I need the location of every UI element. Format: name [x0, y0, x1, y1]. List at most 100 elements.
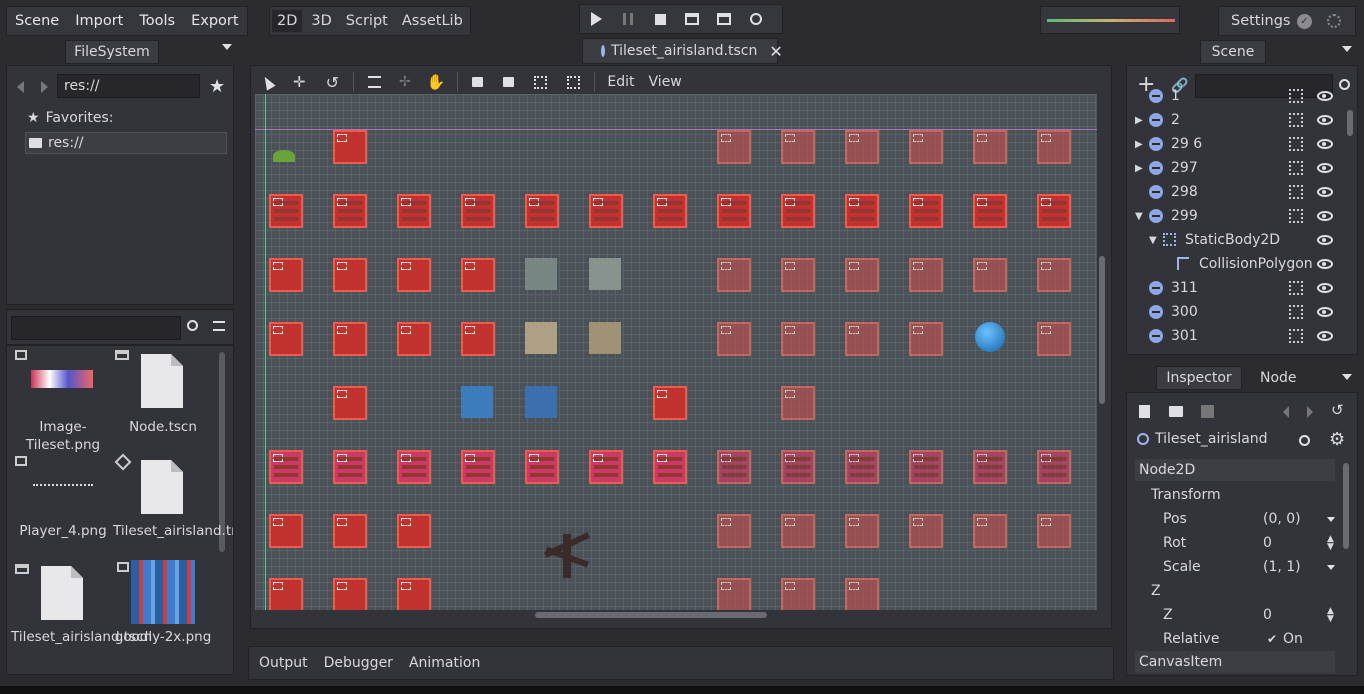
- prop-scale-value[interactable]: (1, 1): [1263, 559, 1301, 575]
- viewport-vscrollbar[interactable]: [1099, 256, 1105, 404]
- expand-right-icon[interactable]: ▶: [1135, 139, 1143, 150]
- play-button[interactable]: [580, 5, 612, 33]
- tab-animation[interactable]: Animation: [409, 655, 480, 671]
- save-icon[interactable]: [1201, 405, 1214, 418]
- expand-down-icon[interactable]: ▼: [1149, 235, 1157, 246]
- move-tool-icon[interactable]: ✛: [293, 73, 306, 91]
- group-z[interactable]: Z: [1151, 579, 1331, 603]
- file-image-tileset[interactable]: Image-Tileset.png: [11, 418, 115, 454]
- scene-tree-row[interactable]: CollisionPolygon: [1129, 252, 1343, 276]
- visibility-eye-icon[interactable]: [1317, 139, 1333, 149]
- group-selection-icon[interactable]: [1289, 329, 1303, 343]
- rotate-tool-icon[interactable]: ↺: [326, 73, 339, 92]
- menu-import[interactable]: Import: [67, 7, 131, 35]
- scene-tree-scrollbar[interactable]: [1347, 110, 1353, 136]
- visibility-eye-icon[interactable]: [1317, 91, 1333, 101]
- forward-arrow-icon[interactable]: [41, 81, 48, 93]
- back-arrow-icon[interactable]: [17, 81, 24, 93]
- prop-rot-value[interactable]: 0: [1263, 535, 1272, 551]
- lock-icon[interactable]: [472, 77, 484, 87]
- edit-menu[interactable]: Edit: [607, 74, 634, 90]
- remote-debug-button[interactable]: [740, 5, 772, 33]
- view-menu[interactable]: View: [649, 74, 682, 90]
- scene-tree-row[interactable]: 301: [1129, 324, 1343, 348]
- prev-icon[interactable]: [1283, 406, 1289, 418]
- menu-export[interactable]: Export: [183, 7, 246, 35]
- visibility-eye-icon[interactable]: [1317, 331, 1333, 341]
- viewport-hscrollbar[interactable]: [535, 612, 767, 618]
- spinner-arrows-icon[interactable]: ▲ ▼: [1327, 535, 1334, 552]
- scene-tree-row[interactable]: ▼ StaticBody2D: [1129, 228, 1343, 252]
- tab-output[interactable]: Output: [259, 655, 308, 671]
- inspector-scrollbar[interactable]: [1343, 463, 1349, 549]
- tab-scene[interactable]: Scene: [1200, 40, 1266, 64]
- group-selection-icon[interactable]: [1289, 305, 1303, 319]
- prop-z-value[interactable]: 0: [1263, 607, 1272, 623]
- tab-debugger[interactable]: Debugger: [324, 655, 393, 671]
- section-canvasitem[interactable]: CanvasItem: [1135, 651, 1335, 673]
- inspector-menu-icon[interactable]: [1342, 374, 1352, 380]
- list-view-icon[interactable]: [213, 321, 225, 331]
- play-scene-button[interactable]: [676, 5, 708, 33]
- expand-right-icon[interactable]: ▶: [1135, 115, 1143, 126]
- menu-scene[interactable]: Scene: [7, 7, 67, 35]
- group-selection-icon[interactable]: [1289, 89, 1303, 103]
- scene-tree-row[interactable]: 298: [1129, 180, 1343, 204]
- tab-inspector[interactable]: Inspector: [1156, 366, 1242, 390]
- checkbox-checked-icon[interactable]: ✔: [1267, 632, 1277, 646]
- next-icon[interactable]: [1307, 406, 1313, 418]
- group-selection-icon[interactable]: [1289, 137, 1303, 151]
- file-player[interactable]: Player_4.png: [11, 522, 115, 540]
- list-select-icon[interactable]: [367, 76, 381, 88]
- scene-tree-row[interactable]: ▶ 29 6: [1129, 132, 1343, 156]
- scene-tree-row[interactable]: ▶ 297: [1129, 156, 1343, 180]
- scene-tab[interactable]: Tileset_airisland.tscn ✕: [582, 38, 783, 64]
- mode-3d[interactable]: 3D: [304, 7, 338, 35]
- expand-down-icon[interactable]: ▼: [1135, 211, 1143, 222]
- inspected-object[interactable]: Tileset_airisland: [1137, 431, 1268, 447]
- group-selection-icon[interactable]: [1289, 113, 1303, 127]
- visibility-eye-icon[interactable]: [1317, 235, 1333, 245]
- spinner-arrows-icon[interactable]: ▲ ▼: [1327, 607, 1334, 624]
- visibility-eye-icon[interactable]: [1317, 115, 1333, 125]
- unlock-icon[interactable]: [503, 77, 515, 87]
- dropdown-arrow-icon[interactable]: [1327, 517, 1335, 522]
- prop-pos-value[interactable]: (0, 0): [1263, 511, 1301, 527]
- mode-script[interactable]: Script: [339, 7, 395, 35]
- path-input[interactable]: res://: [57, 74, 200, 98]
- scene-tree-row[interactable]: 300: [1129, 300, 1343, 324]
- scene-dock-menu-icon[interactable]: [1342, 46, 1352, 52]
- expand-right-icon[interactable]: ▶: [1135, 163, 1143, 174]
- pivot-tool-icon[interactable]: ✢: [399, 74, 411, 90]
- favorites-row[interactable]: ★ Favorites:: [27, 110, 114, 126]
- file-tileset-tres[interactable]: Tileset_airisland.tres: [113, 522, 233, 540]
- group-icon[interactable]: [534, 75, 548, 89]
- settings-button[interactable]: Settings: [1231, 13, 1290, 29]
- gear-icon[interactable]: ⚙: [1329, 429, 1345, 450]
- filesystem-menu-icon[interactable]: [222, 44, 232, 50]
- file-search-input[interactable]: [11, 316, 181, 340]
- visibility-eye-icon[interactable]: [1317, 307, 1333, 317]
- dropdown-arrow-icon[interactable]: [1327, 565, 1335, 570]
- tab-filesystem[interactable]: FileSystem: [65, 40, 159, 64]
- file-grid-scrollbar[interactable]: [219, 352, 225, 552]
- group-transform[interactable]: Transform: [1151, 483, 1331, 507]
- group-selection-icon[interactable]: [1289, 281, 1303, 295]
- history-icon[interactable]: ↺: [1331, 401, 1344, 419]
- mode-assetlib[interactable]: AssetLib: [395, 7, 470, 35]
- menu-tools[interactable]: Tools: [131, 7, 183, 35]
- group-selection-icon[interactable]: [1289, 185, 1303, 199]
- scene-tree-row[interactable]: 1: [1129, 84, 1343, 108]
- visibility-eye-icon[interactable]: [1317, 187, 1333, 197]
- group-selection-icon[interactable]: [1289, 161, 1303, 175]
- viewport[interactable]: [255, 94, 1097, 610]
- tab-node[interactable]: Node: [1260, 370, 1297, 386]
- res-root-row[interactable]: res://: [25, 132, 227, 154]
- mode-2d[interactable]: 2D: [272, 10, 303, 32]
- stop-button[interactable]: [644, 5, 676, 33]
- new-resource-icon[interactable]: [1139, 405, 1150, 418]
- scene-tree-row[interactable]: 311: [1129, 276, 1343, 300]
- file-goodly[interactable]: goodly-2x.png: [113, 628, 213, 646]
- open-folder-icon[interactable]: [1169, 406, 1183, 417]
- favorite-star-icon[interactable]: ★: [209, 76, 225, 97]
